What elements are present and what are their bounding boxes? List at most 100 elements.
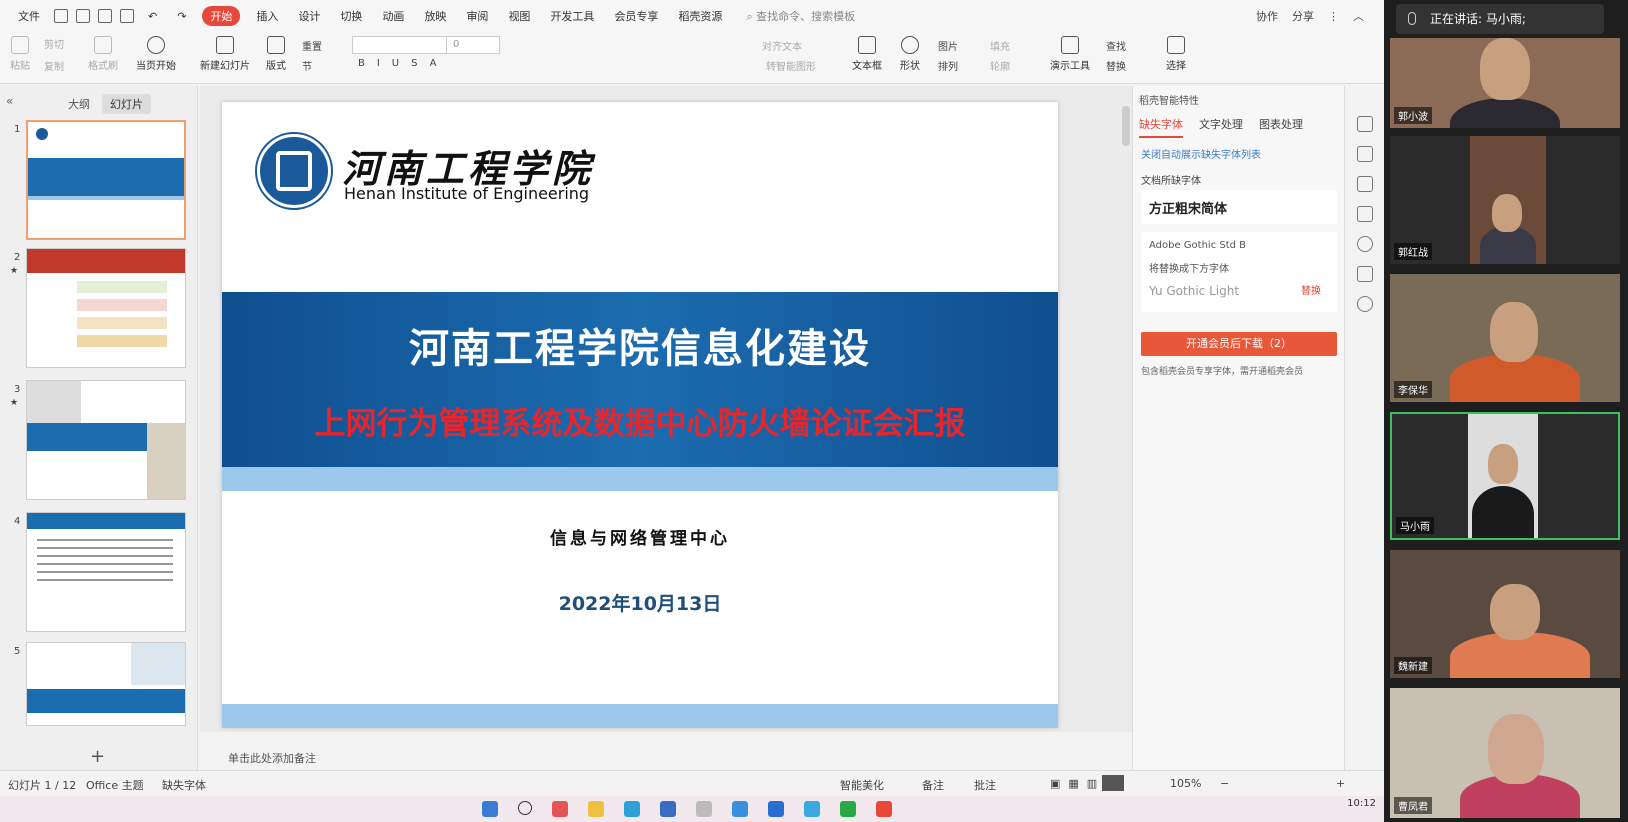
- view-mode-icons[interactable]: ▣▦▥: [1050, 777, 1105, 790]
- participant-video-tile[interactable]: 郭小波: [1390, 38, 1620, 128]
- notes-area[interactable]: 单击此处添加备注: [200, 748, 1120, 770]
- tab-animation[interactable]: 动画: [382, 8, 404, 24]
- fill-button[interactable]: 填充: [990, 38, 1010, 53]
- disable-auto-list-link[interactable]: 关闭自动展示缺失字体列表: [1141, 146, 1261, 161]
- search-icon[interactable]: [518, 801, 532, 815]
- file-menu[interactable]: 文件: [18, 8, 40, 24]
- layout-button[interactable]: 版式: [266, 36, 286, 72]
- app-icon[interactable]: [552, 801, 568, 817]
- browser-icon[interactable]: [624, 801, 640, 817]
- slide-title[interactable]: 河南工程学院信息化建设: [222, 316, 1058, 374]
- app-icon[interactable]: [732, 801, 748, 817]
- collapse-ribbon-icon[interactable]: ︿: [1353, 8, 1364, 24]
- sidebar-tool-icon[interactable]: [1357, 176, 1373, 192]
- zoom-in-button[interactable]: +: [1336, 777, 1345, 790]
- font-name-combo[interactable]: [352, 36, 448, 54]
- tab-member[interactable]: 会员专享: [614, 8, 658, 24]
- play-current-button[interactable]: 当页开始: [136, 36, 176, 72]
- tab-view[interactable]: 视图: [508, 8, 530, 24]
- smart-shape-button[interactable]: 转智能图形: [766, 58, 816, 73]
- align-text-button[interactable]: 对齐文本: [762, 38, 802, 53]
- replace-button[interactable]: 替换: [1106, 58, 1126, 73]
- tab-transition[interactable]: 切换: [340, 8, 362, 24]
- slide-thumbnail-5[interactable]: [26, 642, 186, 726]
- play-slideshow-button[interactable]: [1102, 775, 1124, 791]
- paste-button[interactable]: 粘贴: [10, 36, 30, 72]
- save-icon[interactable]: [54, 9, 68, 23]
- participant-video-tile[interactable]: 曹凤君: [1390, 688, 1620, 818]
- print-icon[interactable]: [98, 9, 112, 23]
- slide-date[interactable]: 2022年10月13日: [222, 589, 1058, 616]
- tab-slides[interactable]: 幻灯片: [102, 94, 151, 114]
- participant-video-tile[interactable]: 魏新建: [1390, 550, 1620, 678]
- tab-home[interactable]: 开始: [202, 6, 241, 26]
- tab-slideshow[interactable]: 放映: [424, 8, 446, 24]
- notes-toggle[interactable]: 备注: [922, 777, 944, 793]
- replace-link[interactable]: 替换: [1301, 282, 1321, 297]
- present-tools-button[interactable]: 演示工具: [1050, 36, 1090, 72]
- smart-beautify-button[interactable]: 智能美化: [840, 777, 884, 793]
- picture-button[interactable]: 图片: [938, 38, 958, 53]
- slide-subtitle[interactable]: 上网行为管理系统及数据中心防火墙论证会汇报: [222, 398, 1058, 443]
- tab-text-processing[interactable]: 文字处理: [1199, 116, 1243, 138]
- comment-toggle[interactable]: 批注: [974, 777, 996, 793]
- current-slide[interactable]: 河南工程学院 Henan Institute of Engineering 河南…: [222, 102, 1058, 728]
- font-size-combo[interactable]: 0: [446, 36, 500, 54]
- slide-organization[interactable]: 信息与网络管理中心: [222, 524, 1058, 549]
- outline-button[interactable]: 轮廓: [990, 58, 1010, 73]
- new-slide-button[interactable]: 新建幻灯片: [200, 36, 250, 72]
- sidebar-tool-icon[interactable]: [1357, 206, 1373, 222]
- slide-scrollbar[interactable]: [1120, 86, 1132, 732]
- add-slide-icon[interactable]: +: [90, 746, 105, 767]
- format-painter-button[interactable]: 格式刷: [88, 36, 118, 72]
- find-button[interactable]: 查找: [1106, 38, 1126, 53]
- app-icon[interactable]: [768, 801, 784, 817]
- sidebar-tool-icon[interactable]: [1357, 116, 1373, 132]
- participant-video-tile-active[interactable]: 马小雨: [1390, 412, 1620, 540]
- tab-insert[interactable]: 插入: [256, 8, 278, 24]
- store-icon[interactable]: [660, 801, 676, 817]
- participant-video-tile[interactable]: 李保华: [1390, 274, 1620, 402]
- theme-name[interactable]: Office 主题: [86, 777, 144, 793]
- select-button[interactable]: 选择: [1166, 36, 1186, 72]
- app-icon[interactable]: [804, 801, 820, 817]
- shape-button[interactable]: 形状: [900, 36, 920, 72]
- tab-developer[interactable]: 开发工具: [550, 8, 594, 24]
- export-icon[interactable]: [76, 9, 90, 23]
- participant-video-tile[interactable]: 郭红战: [1390, 136, 1620, 264]
- missing-font-status[interactable]: 缺失字体: [162, 777, 206, 793]
- missing-font-item[interactable]: 方正粗宋简体: [1141, 190, 1337, 224]
- tab-outline[interactable]: 大纲: [60, 94, 98, 114]
- sidebar-tool-icon[interactable]: [1357, 146, 1373, 162]
- share-button[interactable]: 分享: [1292, 8, 1314, 24]
- collab-button[interactable]: 协作: [1256, 8, 1278, 24]
- command-search[interactable]: ⌕ 查找命令、搜索模板: [746, 8, 855, 24]
- zoom-out-button[interactable]: −: [1220, 777, 1229, 790]
- wechat-icon[interactable]: [840, 801, 856, 817]
- slide-thumbnail-4[interactable]: [26, 512, 186, 632]
- location-icon[interactable]: [1357, 296, 1373, 312]
- copy-button[interactable]: 复制: [44, 58, 64, 73]
- arrange-button[interactable]: 排列: [938, 58, 958, 73]
- tab-chart-processing[interactable]: 图表处理: [1259, 116, 1303, 138]
- slide-thumbnail-2[interactable]: [26, 248, 186, 368]
- redo-icon[interactable]: ↷: [177, 10, 186, 23]
- windows-start-icon[interactable]: [482, 801, 498, 817]
- slide-thumbnail-3[interactable]: [26, 380, 186, 500]
- zoom-level[interactable]: 105%: [1170, 777, 1201, 790]
- app-icon[interactable]: [696, 801, 712, 817]
- tab-design[interactable]: 设计: [298, 8, 320, 24]
- sidebar-tool-icon[interactable]: [1357, 266, 1373, 282]
- download-button[interactable]: 开通会员后下载（2）: [1141, 332, 1337, 356]
- help-icon[interactable]: [1357, 236, 1373, 252]
- more-icon[interactable]: ⋮: [1328, 10, 1339, 23]
- slide-thumbnail-1[interactable]: [26, 120, 186, 240]
- preview-icon[interactable]: [120, 9, 134, 23]
- tab-missing-fonts[interactable]: 缺失字体: [1139, 116, 1183, 138]
- section-button[interactable]: 节: [302, 58, 312, 73]
- tab-review[interactable]: 审阅: [466, 8, 488, 24]
- reset-button[interactable]: 重置: [302, 38, 322, 53]
- textbox-button[interactable]: 文本框: [852, 36, 882, 72]
- cut-button[interactable]: 剪切: [44, 36, 64, 51]
- font-style-buttons[interactable]: BIUSA: [358, 58, 449, 69]
